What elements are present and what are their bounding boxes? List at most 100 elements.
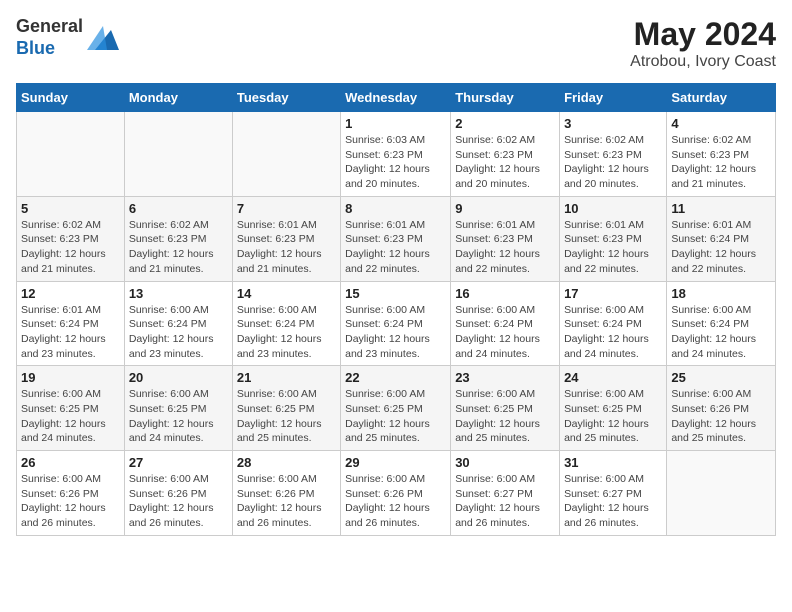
day-info: Sunrise: 6:02 AMSunset: 6:23 PMDaylight:… — [455, 133, 555, 192]
day-number: 14 — [237, 286, 336, 301]
calendar-cell: 12 Sunrise: 6:01 AMSunset: 6:24 PMDayligh… — [17, 281, 125, 366]
day-number: 30 — [455, 455, 555, 470]
calendar-cell: 21Sunrise: 6:00 AMSunset: 6:25 PMDayligh… — [232, 366, 340, 451]
weekday-header-saturday: Saturday — [667, 84, 776, 112]
calendar-cell: 5Sunrise: 6:02 AMSunset: 6:23 PMDaylight… — [17, 196, 125, 281]
day-number: 9 — [455, 201, 555, 216]
calendar-table: SundayMondayTuesdayWednesdayThursdayFrid… — [16, 83, 776, 536]
calendar-cell: 14 Sunrise: 6:00 AMSunset: 6:24 PMDayligh… — [232, 281, 340, 366]
calendar-cell: 6 Sunrise: 6:02 AMSunset: 6:23 PMDaylight… — [124, 196, 232, 281]
day-info: Sunrise: 6:01 AMSunset: 6:24 PMDaylight:… — [21, 303, 120, 362]
calendar-cell: 18 Sunrise: 6:00 AMSunset: 6:24 PMDayligh… — [667, 281, 776, 366]
calendar-cell: 16 Sunrise: 6:00 AMSunset: 6:24 PMDayligh… — [451, 281, 560, 366]
calendar-cell: 15 Sunrise: 6:00 AMSunset: 6:24 PMDayligh… — [341, 281, 451, 366]
day-info: Sunrise: 6:00 AMSunset: 6:24 PMDaylight:… — [345, 303, 446, 362]
day-info: Sunrise: 6:00 AMSunset: 6:25 PMDaylight:… — [237, 387, 336, 446]
day-number: 13 — [129, 286, 228, 301]
day-info: Sunrise: 6:02 AMSunset: 6:23 PMDaylight:… — [564, 133, 662, 192]
weekday-header-sunday: Sunday — [17, 84, 125, 112]
day-number: 18 — [671, 286, 771, 301]
calendar-cell: 30Sunrise: 6:00 AMSunset: 6:27 PMDayligh… — [451, 451, 560, 536]
title-area: May 2024 Atrobou, Ivory Coast — [630, 16, 776, 71]
calendar-title: May 2024 — [630, 16, 776, 53]
day-number: 26 — [21, 455, 120, 470]
day-info: Sunrise: 6:00 AMSunset: 6:26 PMDaylight:… — [237, 472, 336, 531]
day-info: Sunrise: 6:00 AMSunset: 6:24 PMDaylight:… — [455, 303, 555, 362]
logo-general-text: General — [16, 16, 83, 38]
calendar-cell: 25 Sunrise: 6:00 AMSunset: 6:26 PMDayligh… — [667, 366, 776, 451]
day-number: 23 — [455, 370, 555, 385]
week-row-5: 26 Sunrise: 6:00 AMSunset: 6:26 PMDayligh… — [17, 451, 776, 536]
calendar-cell: 7 Sunrise: 6:01 AMSunset: 6:23 PMDaylight… — [232, 196, 340, 281]
day-info: Sunrise: 6:00 AMSunset: 6:24 PMDaylight:… — [237, 303, 336, 362]
weekday-header-wednesday: Wednesday — [341, 84, 451, 112]
calendar-cell: 3 Sunrise: 6:02 AMSunset: 6:23 PMDaylight… — [560, 112, 667, 197]
calendar-cell: 19Sunrise: 6:00 AMSunset: 6:25 PMDayligh… — [17, 366, 125, 451]
header: General Blue May 2024 Atrobou, Ivory Coa… — [16, 16, 776, 71]
day-number: 16 — [455, 286, 555, 301]
weekday-header-monday: Monday — [124, 84, 232, 112]
day-info: Sunrise: 6:01 AMSunset: 6:23 PMDaylight:… — [345, 218, 446, 277]
day-info: Sunrise: 6:00 AMSunset: 6:24 PMDaylight:… — [564, 303, 662, 362]
day-number: 12 — [21, 286, 120, 301]
calendar-cell: 4 Sunrise: 6:02 AMSunset: 6:23 PMDaylight… — [667, 112, 776, 197]
day-info: Sunrise: 6:00 AMSunset: 6:25 PMDaylight:… — [455, 387, 555, 446]
calendar-cell — [667, 451, 776, 536]
weekday-header-row: SundayMondayTuesdayWednesdayThursdayFrid… — [17, 84, 776, 112]
calendar-cell — [232, 112, 340, 197]
day-info: Sunrise: 6:01 AMSunset: 6:24 PMDaylight:… — [671, 218, 771, 277]
calendar-cell: 11 Sunrise: 6:01 AMSunset: 6:24 PMDayligh… — [667, 196, 776, 281]
day-info: Sunrise: 6:02 AMSunset: 6:23 PMDaylight:… — [129, 218, 228, 277]
day-info: Sunrise: 6:01 AMSunset: 6:23 PMDaylight:… — [564, 218, 662, 277]
calendar-cell — [124, 112, 232, 197]
day-number: 3 — [564, 116, 662, 131]
day-info: Sunrise: 6:00 AMSunset: 6:25 PMDaylight:… — [129, 387, 228, 446]
day-info: Sunrise: 6:02 AMSunset: 6:23 PMDaylight:… — [671, 133, 771, 192]
day-number: 8 — [345, 201, 446, 216]
day-info: Sunrise: 6:00 AMSunset: 6:26 PMDaylight:… — [671, 387, 771, 446]
weekday-header-friday: Friday — [560, 84, 667, 112]
day-number: 31 — [564, 455, 662, 470]
day-number: 24 — [564, 370, 662, 385]
logo-icon — [87, 22, 119, 54]
logo-blue-text: Blue — [16, 38, 83, 60]
day-number: 5 — [21, 201, 120, 216]
calendar-cell: 1Sunrise: 6:03 AMSunset: 6:23 PMDaylight… — [341, 112, 451, 197]
calendar-cell: 26Sunrise: 6:00 AMSunset: 6:26 PMDayligh… — [17, 451, 125, 536]
calendar-cell: 8 Sunrise: 6:01 AMSunset: 6:23 PMDaylight… — [341, 196, 451, 281]
calendar-cell: 28Sunrise: 6:00 AMSunset: 6:26 PMDayligh… — [232, 451, 340, 536]
calendar-cell: 17Sunrise: 6:00 AMSunset: 6:24 PMDayligh… — [560, 281, 667, 366]
calendar-cell: 31Sunrise: 6:00 AMSunset: 6:27 PMDayligh… — [560, 451, 667, 536]
calendar-cell — [17, 112, 125, 197]
day-info: Sunrise: 6:00 AMSunset: 6:25 PMDaylight:… — [564, 387, 662, 446]
day-number: 25 — [671, 370, 771, 385]
day-info: Sunrise: 6:00 AMSunset: 6:25 PMDaylight:… — [345, 387, 446, 446]
calendar-cell: 29 Sunrise: 6:00 AMSunset: 6:26 PMDayligh… — [341, 451, 451, 536]
calendar-cell: 2 Sunrise: 6:02 AMSunset: 6:23 PMDaylight… — [451, 112, 560, 197]
day-info: Sunrise: 6:01 AMSunset: 6:23 PMDaylight:… — [455, 218, 555, 277]
week-row-4: 19Sunrise: 6:00 AMSunset: 6:25 PMDayligh… — [17, 366, 776, 451]
day-info: Sunrise: 6:00 AMSunset: 6:26 PMDaylight:… — [345, 472, 446, 531]
calendar-cell: 10 Sunrise: 6:01 AMSunset: 6:23 PMDayligh… — [560, 196, 667, 281]
day-number: 6 — [129, 201, 228, 216]
day-info: Sunrise: 6:01 AMSunset: 6:23 PMDaylight:… — [237, 218, 336, 277]
day-info: Sunrise: 6:03 AMSunset: 6:23 PMDaylight:… — [345, 133, 446, 192]
day-number: 11 — [671, 201, 771, 216]
day-number: 29 — [345, 455, 446, 470]
day-number: 10 — [564, 201, 662, 216]
weekday-header-thursday: Thursday — [451, 84, 560, 112]
calendar-location: Atrobou, Ivory Coast — [630, 53, 776, 71]
day-number: 15 — [345, 286, 446, 301]
day-number: 4 — [671, 116, 771, 131]
day-info: Sunrise: 6:00 AMSunset: 6:25 PMDaylight:… — [21, 387, 120, 446]
calendar-cell: 23 Sunrise: 6:00 AMSunset: 6:25 PMDayligh… — [451, 366, 560, 451]
calendar-cell: 9 Sunrise: 6:01 AMSunset: 6:23 PMDaylight… — [451, 196, 560, 281]
day-number: 2 — [455, 116, 555, 131]
calendar-cell: 27Sunrise: 6:00 AMSunset: 6:26 PMDayligh… — [124, 451, 232, 536]
day-number: 7 — [237, 201, 336, 216]
day-number: 22 — [345, 370, 446, 385]
weekday-header-tuesday: Tuesday — [232, 84, 340, 112]
calendar-cell: 22 Sunrise: 6:00 AMSunset: 6:25 PMDayligh… — [341, 366, 451, 451]
calendar-cell: 20Sunrise: 6:00 AMSunset: 6:25 PMDayligh… — [124, 366, 232, 451]
day-info: Sunrise: 6:00 AMSunset: 6:24 PMDaylight:… — [671, 303, 771, 362]
